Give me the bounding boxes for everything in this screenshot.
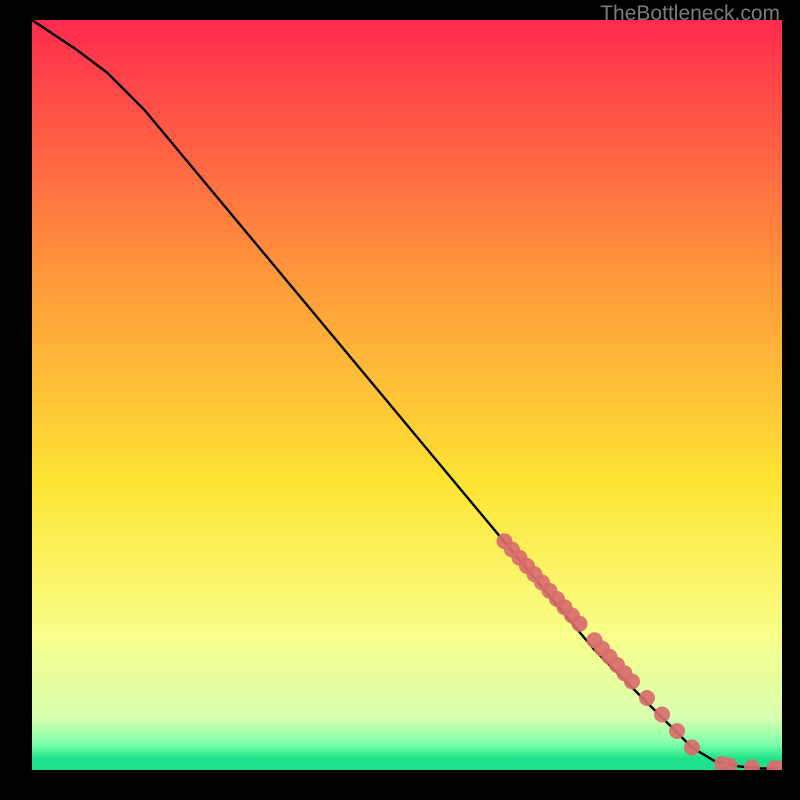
- marker-point: [684, 740, 700, 756]
- marker-point: [654, 707, 670, 723]
- marker-point: [624, 674, 640, 690]
- gradient-background: [32, 20, 782, 770]
- chart-svg: [32, 20, 782, 770]
- chart-frame: [32, 20, 782, 770]
- watermark-text: TheBottleneck.com: [600, 2, 780, 26]
- marker-point: [639, 690, 655, 706]
- marker-point: [669, 723, 685, 739]
- marker-point: [572, 616, 588, 632]
